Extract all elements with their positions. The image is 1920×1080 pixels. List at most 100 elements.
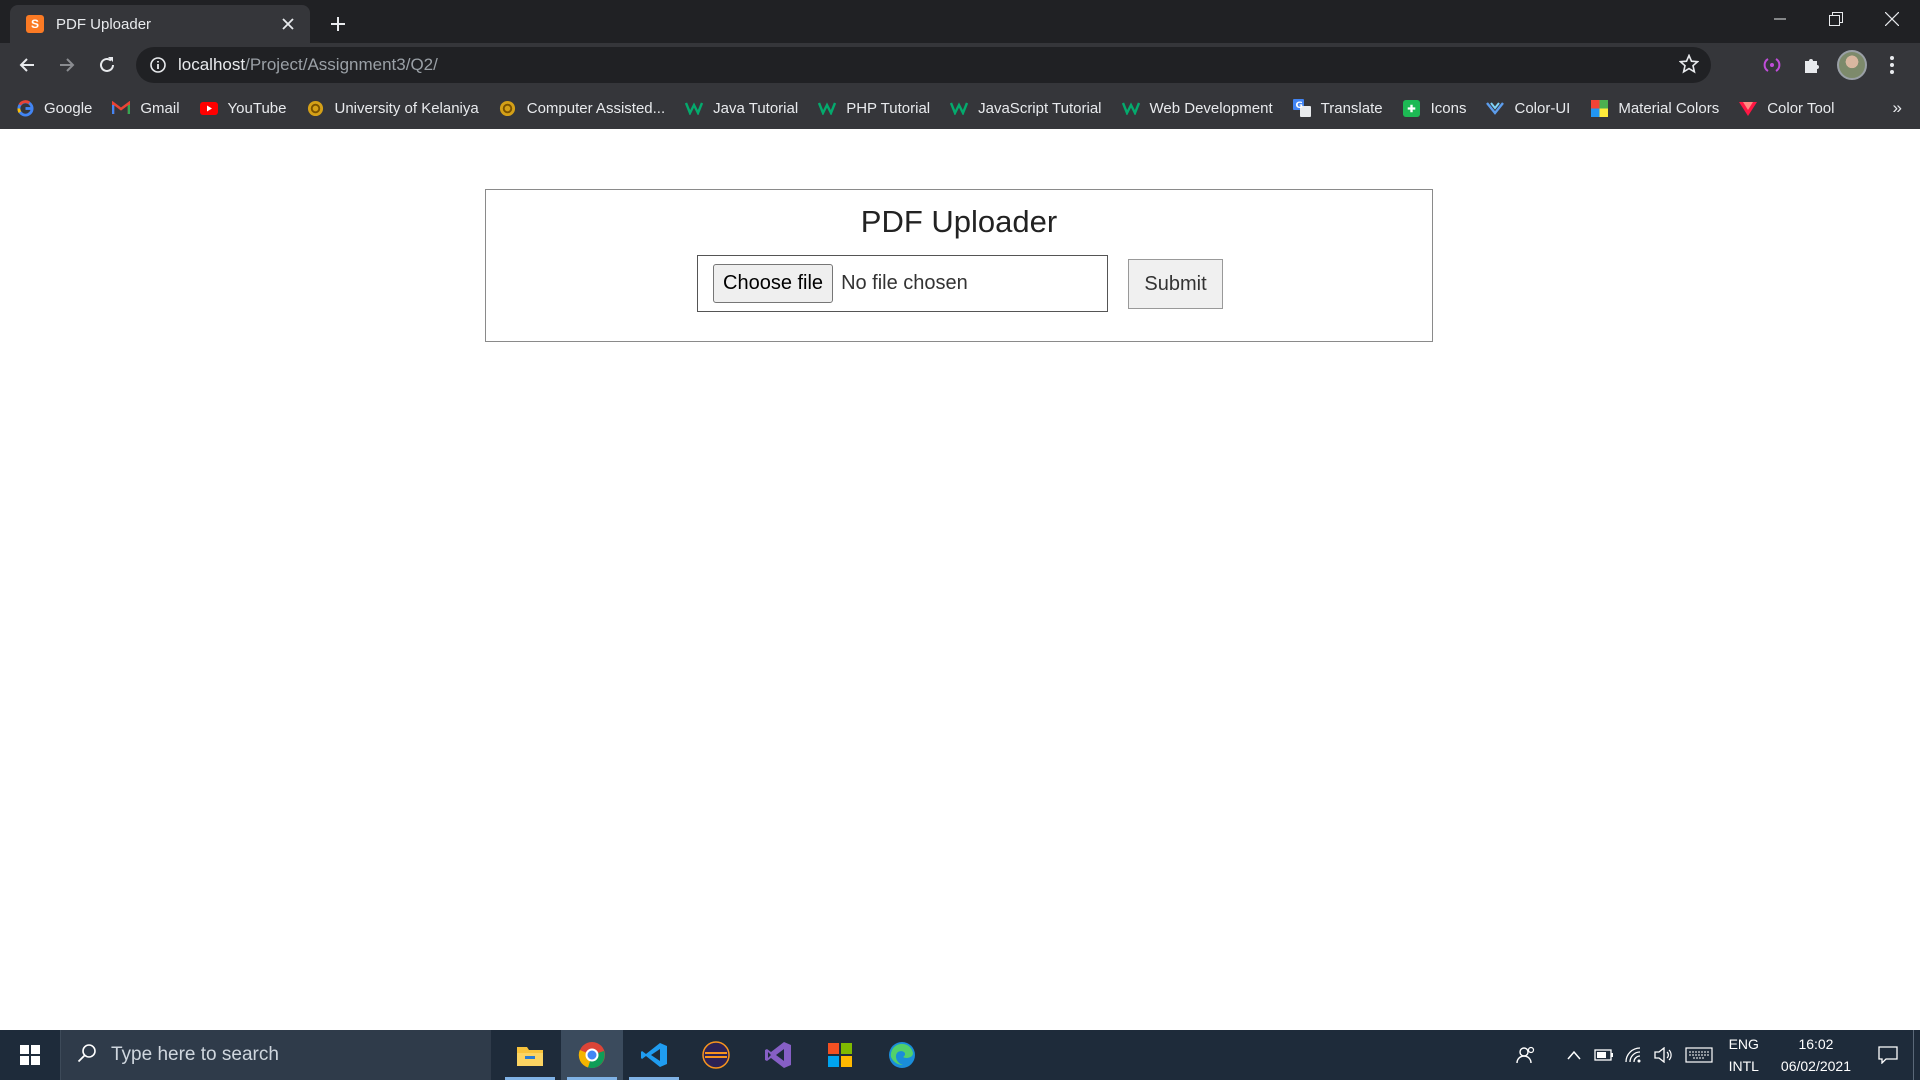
edge-icon[interactable]	[871, 1030, 933, 1080]
taskbar-apps	[499, 1030, 933, 1080]
profile-avatar[interactable]	[1832, 45, 1872, 85]
chevron-up-icon[interactable]	[1559, 1050, 1589, 1060]
xampp-favicon-icon: S	[26, 15, 44, 33]
submit-button[interactable]: Submit	[1128, 259, 1223, 309]
notification-icon[interactable]	[1863, 1046, 1913, 1064]
uploader-form: PDF Uploader Choose file No file chosen …	[485, 189, 1433, 342]
bookmark-label: PHP Tutorial	[846, 99, 931, 117]
wifi-icon[interactable]	[1619, 1047, 1649, 1063]
google-icon	[16, 99, 34, 117]
w3schools-icon	[685, 99, 704, 117]
clock-time: 16:02	[1798, 1036, 1834, 1052]
bookmark-university-of-kelaniya[interactable]: University of Kelaniya	[297, 92, 489, 124]
color-tool-icon	[1739, 99, 1758, 117]
visual-studio-icon[interactable]	[747, 1030, 809, 1080]
tab-title: PDF Uploader	[56, 15, 152, 33]
bookmark-google[interactable]: Google	[6, 92, 102, 124]
extension-icon[interactable]	[1752, 45, 1792, 85]
bookmark-java-tutorial[interactable]: Java Tutorial	[675, 92, 808, 124]
bookmark-star-icon[interactable]	[1678, 53, 1700, 79]
clock-date: 06/02/2021	[1780, 1058, 1851, 1074]
bookmark-label: Icons	[1430, 99, 1467, 117]
university-icon	[307, 99, 325, 117]
url-text: localhost/Project/Assignment3/Q2/	[178, 55, 438, 75]
bookmark-label: University of Kelaniya	[334, 99, 479, 117]
page-title: PDF Uploader	[860, 204, 1058, 239]
keyboard-icon[interactable]	[1679, 1047, 1719, 1063]
file-status-text: No file chosen	[841, 272, 968, 294]
volume-icon[interactable]	[1649, 1047, 1679, 1063]
window-controls	[1752, 0, 1920, 38]
bookmark-material-colors[interactable]: Material Colors	[1580, 92, 1729, 124]
bookmark-label: Color-UI	[1514, 99, 1571, 117]
bookmark-icons[interactable]: Icons	[1393, 92, 1477, 124]
file-explorer-icon[interactable]	[499, 1030, 561, 1080]
bookmarks-bar: Google Gmail YouTube University of Kelan…	[0, 87, 1920, 129]
forward-arrow-icon[interactable]	[48, 46, 86, 84]
search-placeholder: Type here to search	[111, 1044, 279, 1065]
windows-taskbar: Type here to search ENG INTL 16:02 06/02…	[0, 1030, 1920, 1080]
bookmark-label: Computer Assisted...	[526, 99, 666, 117]
bookmark-color-ui[interactable]: Color-UI	[1476, 92, 1580, 124]
bookmark-computer-assisted[interactable]: Computer Assisted...	[489, 92, 675, 124]
lang-line-2: INTL	[1728, 1058, 1759, 1074]
windows-start-icon[interactable]	[0, 1030, 60, 1080]
reload-icon[interactable]	[88, 46, 126, 84]
people-icon[interactable]	[1511, 1046, 1541, 1064]
extensions-area	[1752, 43, 1912, 87]
show-desktop-button[interactable]	[1913, 1030, 1920, 1080]
back-arrow-icon[interactable]	[8, 46, 46, 84]
language-indicator[interactable]: ENG INTL	[1729, 1033, 1759, 1077]
bookmark-label: Translate	[1320, 99, 1383, 117]
system-tray: ENG INTL 16:02 06/02/2021	[1511, 1030, 1920, 1080]
bookmark-label: Material Colors	[1618, 99, 1720, 117]
chrome-icon[interactable]	[561, 1030, 623, 1080]
vscode-icon[interactable]	[623, 1030, 685, 1080]
bookmark-web-development[interactable]: Web Development	[1112, 92, 1283, 124]
site-info-icon[interactable]	[140, 57, 176, 73]
microsoft-store-icon[interactable]	[809, 1030, 871, 1080]
bookmark-color-tool[interactable]: Color Tool	[1729, 92, 1844, 124]
bookmark-label: Gmail	[140, 99, 180, 117]
search-icon	[77, 1043, 97, 1068]
tab-pdf-uploader[interactable]: S PDF Uploader	[10, 5, 310, 43]
icons-icon	[1403, 99, 1421, 117]
new-tab-button[interactable]	[322, 8, 354, 40]
close-window-icon[interactable]	[1864, 0, 1920, 38]
bookmark-label: JavaScript Tutorial	[978, 99, 1102, 117]
choose-file-button[interactable]: Choose file	[713, 264, 834, 303]
url-host: localhost	[178, 55, 246, 74]
url-path: /Project/Assignment3/Q2/	[245, 55, 438, 74]
bookmark-javascript-tutorial[interactable]: JavaScript Tutorial	[940, 92, 1111, 124]
avatar	[1837, 50, 1867, 80]
w3schools-icon	[1121, 99, 1140, 117]
bookmark-gmail[interactable]: Gmail	[102, 92, 189, 124]
more-bookmarks-icon[interactable]: »	[1893, 98, 1902, 118]
browser-toolbar: localhost/Project/Assignment3/Q2/	[0, 43, 1920, 87]
puzzle-extensions-icon[interactable]	[1792, 45, 1832, 85]
close-tab-icon[interactable]	[274, 10, 302, 38]
university-icon	[499, 99, 517, 117]
restore-icon[interactable]	[1808, 0, 1864, 38]
file-input[interactable]: Choose file No file chosen	[697, 255, 1108, 312]
eclipse-icon[interactable]	[685, 1030, 747, 1080]
bookmark-php-tutorial[interactable]: PHP Tutorial	[808, 92, 940, 124]
bookmark-label: Google	[44, 99, 93, 117]
bookmark-label: Color Tool	[1767, 99, 1835, 117]
bookmark-label: YouTube	[227, 99, 287, 117]
taskbar-search[interactable]: Type here to search	[60, 1030, 491, 1080]
bookmark-youtube[interactable]: YouTube	[190, 92, 297, 124]
clock[interactable]: 16:02 06/02/2021	[1781, 1033, 1851, 1077]
menu-kebab-icon[interactable]	[1872, 45, 1912, 85]
w3schools-icon	[818, 99, 837, 117]
lang-line-1: ENG	[1728, 1036, 1759, 1052]
material-colors-icon	[1590, 99, 1608, 117]
color-ui-icon	[1486, 99, 1505, 117]
address-bar[interactable]: localhost/Project/Assignment3/Q2/	[136, 47, 1711, 83]
battery-icon[interactable]	[1589, 1049, 1619, 1061]
bookmark-translate[interactable]: G Translate	[1283, 92, 1393, 124]
w3schools-icon	[950, 99, 969, 117]
translate-icon: G	[1292, 99, 1311, 117]
page-content: PDF Uploader Choose file No file chosen …	[0, 129, 1920, 1030]
minimize-icon[interactable]	[1752, 0, 1808, 38]
